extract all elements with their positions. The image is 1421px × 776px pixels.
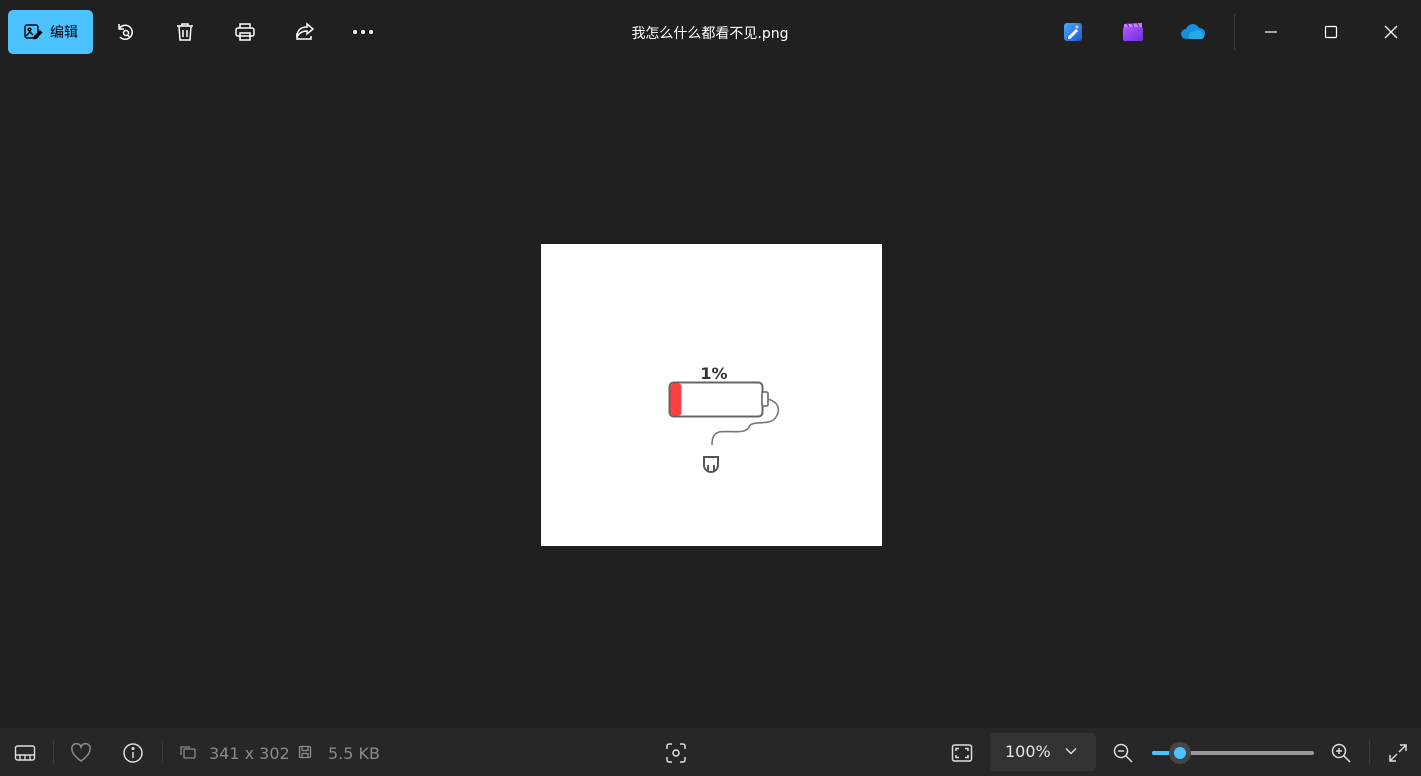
toolbar-divider <box>1234 14 1235 50</box>
filmstrip-icon <box>14 744 36 762</box>
minimize-button[interactable] <box>1249 10 1293 54</box>
onedrive-button[interactable] <box>1171 10 1215 54</box>
bottom-status-bar: 341 x 302 5.5 KB 100% <box>0 728 1421 776</box>
clipchamp-app-button[interactable] <box>1111 10 1155 54</box>
print-button[interactable] <box>223 10 267 54</box>
designer-app-button[interactable] <box>1051 10 1095 54</box>
maximize-icon <box>1324 25 1338 39</box>
file-size: 5.5 KB <box>328 744 380 763</box>
maximize-button[interactable] <box>1309 10 1353 54</box>
delete-button[interactable] <box>163 10 207 54</box>
more-icon <box>352 29 374 35</box>
more-options-button[interactable] <box>341 10 385 54</box>
zoom-out-icon <box>1113 743 1133 763</box>
rotate-icon <box>114 21 136 43</box>
top-toolbar: 编辑 我怎么什么都看不见.png <box>0 0 1421 62</box>
fit-to-window-button[interactable] <box>947 738 977 768</box>
visual-search-button[interactable] <box>661 738 691 768</box>
zoom-out-button[interactable] <box>1108 738 1138 768</box>
window-title: 我怎么什么都看不见.png <box>631 26 789 42</box>
zoom-level-dropdown[interactable]: 100% <box>990 733 1096 771</box>
zoom-in-button[interactable] <box>1326 738 1356 768</box>
info-icon <box>122 742 144 764</box>
status-divider <box>53 740 54 764</box>
edit-image-icon <box>23 22 43 42</box>
low-battery-illustration: 1% <box>668 364 780 473</box>
share-button[interactable] <box>283 10 327 54</box>
close-icon <box>1384 25 1398 39</box>
zoom-in-icon <box>1331 743 1351 763</box>
share-icon <box>294 22 316 42</box>
battery-percent-text: 1% <box>700 364 727 383</box>
filmstrip-toggle-button[interactable] <box>10 738 40 768</box>
minimize-icon <box>1264 25 1278 39</box>
resolution-icon <box>178 744 196 760</box>
delete-icon <box>175 21 195 43</box>
displayed-image[interactable]: 1% <box>541 244 882 546</box>
close-button[interactable] <box>1369 10 1413 54</box>
visual-search-icon <box>665 742 687 764</box>
photos-app-window: 编辑 我怎么什么都看不见.png 1% 341 x 302 5.5 KB 100… <box>0 0 1421 776</box>
image-dimensions: 341 x 302 <box>209 744 290 763</box>
edit-button[interactable]: 编辑 <box>8 10 93 54</box>
clipchamp-app-icon <box>1122 22 1144 42</box>
fit-to-window-icon <box>951 743 973 763</box>
onedrive-icon <box>1179 23 1207 41</box>
designer-app-icon <box>1063 22 1083 42</box>
edit-button-label: 编辑 <box>50 25 78 41</box>
rotate-button[interactable] <box>103 10 147 54</box>
file-size-icon <box>298 745 312 759</box>
zoom-level-value: 100% <box>1005 742 1051 761</box>
heart-icon <box>70 743 92 763</box>
print-icon <box>234 22 256 42</box>
fullscreen-button[interactable] <box>1383 738 1413 768</box>
zoom-slider[interactable] <box>1152 742 1314 764</box>
status-divider <box>1369 740 1370 764</box>
file-info-button[interactable] <box>118 738 148 768</box>
fullscreen-icon <box>1388 743 1408 763</box>
chevron-down-icon <box>1065 747 1077 755</box>
zoom-slider-thumb[interactable] <box>1169 742 1191 764</box>
battery-level-fill <box>670 383 682 416</box>
status-divider <box>162 742 163 762</box>
favorite-button[interactable] <box>66 738 96 768</box>
